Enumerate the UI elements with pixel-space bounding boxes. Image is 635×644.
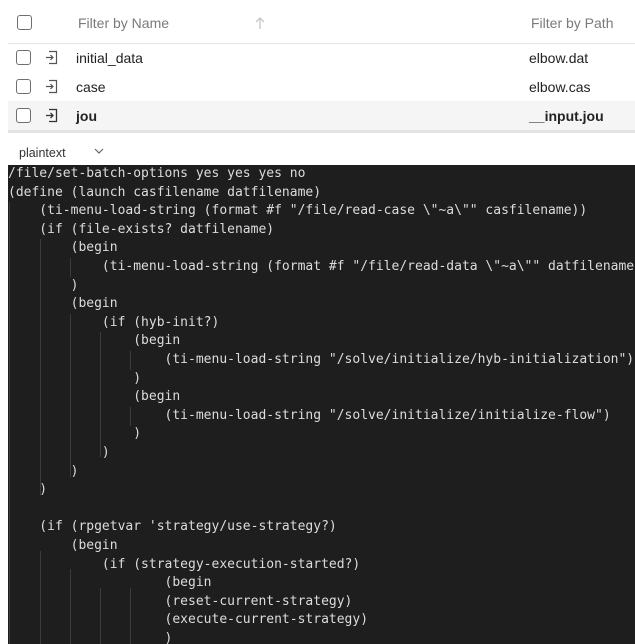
code-line[interactable]: ) (8, 370, 141, 389)
code-line[interactable]: (reset-current-strategy) (8, 593, 353, 612)
arrow-up-icon[interactable] (253, 14, 267, 32)
file-input-icon (46, 79, 58, 94)
file-name: initial_data (76, 50, 143, 66)
code-line[interactable]: (begin (8, 537, 118, 556)
code-line[interactable]: (ti-menu-load-string "/solve/initialize/… (8, 351, 635, 370)
file-path: __input.jou (529, 108, 604, 124)
select-all-checkbox[interactable] (17, 15, 32, 30)
code-line[interactable]: (if (file-exists? datfilename) (8, 221, 274, 240)
code-line[interactable]: (execute-current-strategy) (8, 611, 369, 630)
application-window: Filter by Name Filter by Path initial_da… (0, 0, 635, 644)
code-line[interactable]: ) (8, 425, 141, 444)
code-line[interactable]: (if (strategy-execution-started?) (8, 556, 360, 575)
file-path: elbow.dat (529, 50, 589, 66)
language-label[interactable]: plaintext (19, 146, 66, 160)
file-input-icon (46, 108, 58, 123)
code-line[interactable]: /file/set-batch-options yes yes yes no (8, 165, 305, 184)
row-checkbox[interactable] (16, 79, 31, 94)
code-line[interactable]: ) (8, 277, 79, 296)
file-input-icon (46, 50, 58, 65)
file-name: case (76, 79, 106, 95)
code-line[interactable]: (ti-menu-load-string (format #f "/file/r… (8, 258, 635, 277)
file-path: elbow.cas (529, 79, 591, 95)
chevron-down-icon[interactable] (94, 147, 104, 155)
code-line[interactable]: (ti-menu-load-string "/solve/initialize/… (8, 407, 611, 426)
code-line[interactable]: (begin (8, 332, 180, 351)
file-table: Filter by Name Filter by Path initial_da… (8, 0, 635, 133)
code-line[interactable]: ) (8, 630, 173, 644)
code-line[interactable]: ) (8, 444, 110, 463)
code-line[interactable]: (if (hyb-init?) (8, 314, 219, 333)
table-row[interactable]: initial_data elbow.dat (8, 43, 635, 72)
table-row-selected[interactable]: jou __input.jou (8, 101, 635, 130)
file-name: jou (76, 108, 97, 124)
code-line[interactable]: (begin (8, 295, 118, 314)
table-divider (8, 130, 635, 133)
filter-by-name-input[interactable]: Filter by Name (78, 15, 169, 31)
filter-by-path-input[interactable]: Filter by Path (531, 15, 613, 31)
row-checkbox[interactable] (16, 108, 31, 123)
table-header: Filter by Name Filter by Path (8, 0, 635, 44)
code-line[interactable]: (if (rpgetvar 'strategy/use-strategy?) (8, 518, 336, 537)
code-line[interactable]: ) (8, 463, 79, 482)
row-checkbox[interactable] (16, 50, 31, 65)
table-row[interactable]: case elbow.cas (8, 72, 635, 101)
code-line[interactable]: (ti-menu-load-string (format #f "/file/r… (8, 202, 587, 221)
language-selector[interactable]: plaintext (8, 136, 635, 164)
code-line[interactable]: (define (launch casfilename datfilename) (8, 184, 321, 203)
code-line[interactable]: (begin (8, 388, 180, 407)
code-line[interactable]: (begin (8, 574, 212, 593)
code-line[interactable]: (begin (8, 239, 118, 258)
code-editor[interactable]: /file/set-batch-options yes yes yes no (d… (8, 165, 635, 644)
code-line[interactable]: ) (8, 481, 47, 500)
